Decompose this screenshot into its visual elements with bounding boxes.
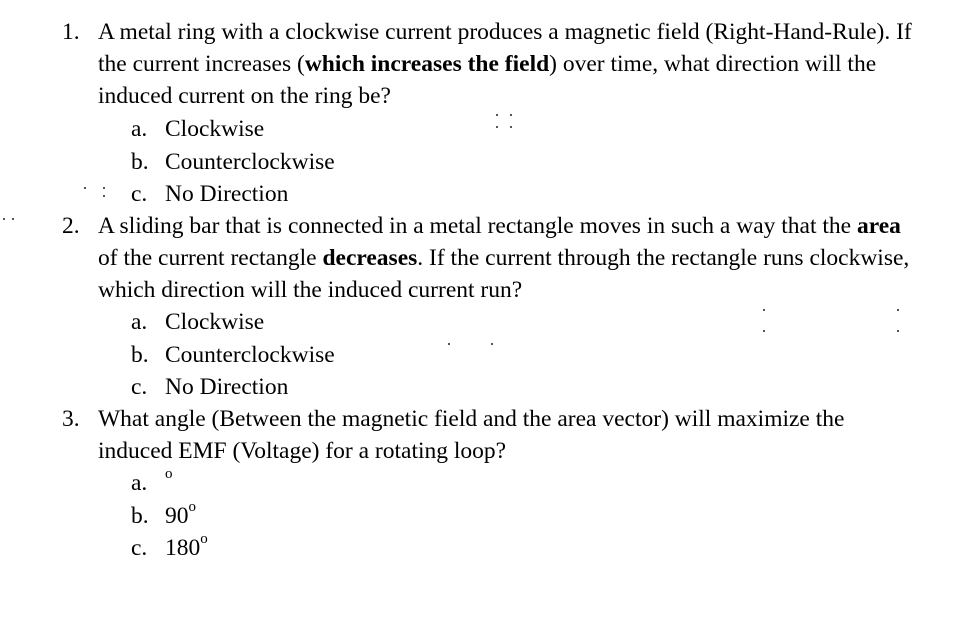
question-3: 3. What angle (Between the magnetic fiel… <box>62 403 922 467</box>
scan-artifact-dot <box>84 187 86 189</box>
option-letter: a. <box>131 116 148 142</box>
option-text: Clockwise <box>165 116 265 142</box>
option-letter: b. <box>131 502 149 529</box>
option-c: c. No Direction <box>131 178 335 211</box>
option-a: a. Clockwise <box>131 306 335 339</box>
scan-artifact-dot <box>496 126 498 128</box>
scan-artifact-dot <box>897 330 899 332</box>
option-text: No Direction <box>165 181 289 207</box>
scan-artifact-dot <box>763 330 765 332</box>
question-text-bold: which increases the field <box>304 51 550 77</box>
option-text: Counterclockwise <box>165 148 335 175</box>
option-b: b. 90o <box>131 498 208 533</box>
scan-artifact-dot <box>3 218 5 220</box>
document-page: 1. A metal ring with a clockwise current… <box>0 0 978 622</box>
question-text: A metal ring with a clockwise current pr… <box>98 16 922 112</box>
question-number: 2. <box>62 213 80 239</box>
option-c: c. No Direction <box>131 371 335 404</box>
question-text-bold: area <box>856 213 901 239</box>
option-letter: c. <box>131 535 148 561</box>
scan-artifact-dot <box>448 343 450 345</box>
question-2-options: a. Clockwise b. Counterclockwise c. No Dire… <box>131 306 335 404</box>
question-number: 1. <box>62 19 80 45</box>
degree-symbol: o <box>188 498 197 515</box>
scan-artifact-dot <box>491 343 493 345</box>
degree-symbol: o <box>200 531 208 548</box>
option-a: a. Clockwise <box>131 113 335 146</box>
question-3-options: a. o b. 90o c. 180o <box>131 467 208 565</box>
question-number: 3. <box>62 406 80 432</box>
scan-artifact-dot <box>510 114 512 116</box>
question-text: A sliding bar that is connected in a met… <box>98 210 922 306</box>
scan-artifact-dot <box>763 309 765 311</box>
option-c: c. 180o <box>131 532 208 565</box>
scan-artifact-dot <box>12 218 14 220</box>
question-text-part: of the current rectangle <box>98 245 323 271</box>
option-b: b. Counterclockwise <box>131 146 335 179</box>
degree-symbol: o <box>165 466 173 483</box>
question-text-part: What angle (Between the magnetic field a… <box>98 406 845 464</box>
option-a: a. o <box>131 467 208 500</box>
option-b: b. Counterclockwise <box>131 339 335 372</box>
option-text: 180 <box>165 535 201 561</box>
question-text-bold: decreases <box>322 245 418 271</box>
option-letter: b. <box>131 341 149 368</box>
option-text: Clockwise <box>165 309 265 335</box>
option-letter: a. <box>131 470 148 496</box>
scan-artifact-dot <box>496 114 498 116</box>
option-letter: c. <box>131 374 148 400</box>
question-1-options: a. Clockwise b. Counterclockwise c. No Dire… <box>131 113 335 211</box>
option-text: 90 <box>165 502 189 529</box>
scan-artifact-dot <box>897 309 899 311</box>
option-letter: a. <box>131 309 148 335</box>
option-text: No Direction <box>165 374 289 400</box>
question-text: What angle (Between the magnetic field a… <box>98 403 922 467</box>
question-2: 2. A sliding bar that is connected in a … <box>62 210 922 306</box>
scan-artifact-dot <box>510 126 512 128</box>
question-text-part: A sliding bar that is connected in a met… <box>98 213 857 239</box>
option-letter: c. <box>131 181 148 207</box>
scan-artifact-dot <box>103 187 105 189</box>
question-1: 1. A metal ring with a clockwise current… <box>62 16 922 112</box>
scan-artifact-dot <box>103 195 105 197</box>
option-text: Counterclockwise <box>165 341 335 368</box>
option-letter: b. <box>131 148 149 175</box>
